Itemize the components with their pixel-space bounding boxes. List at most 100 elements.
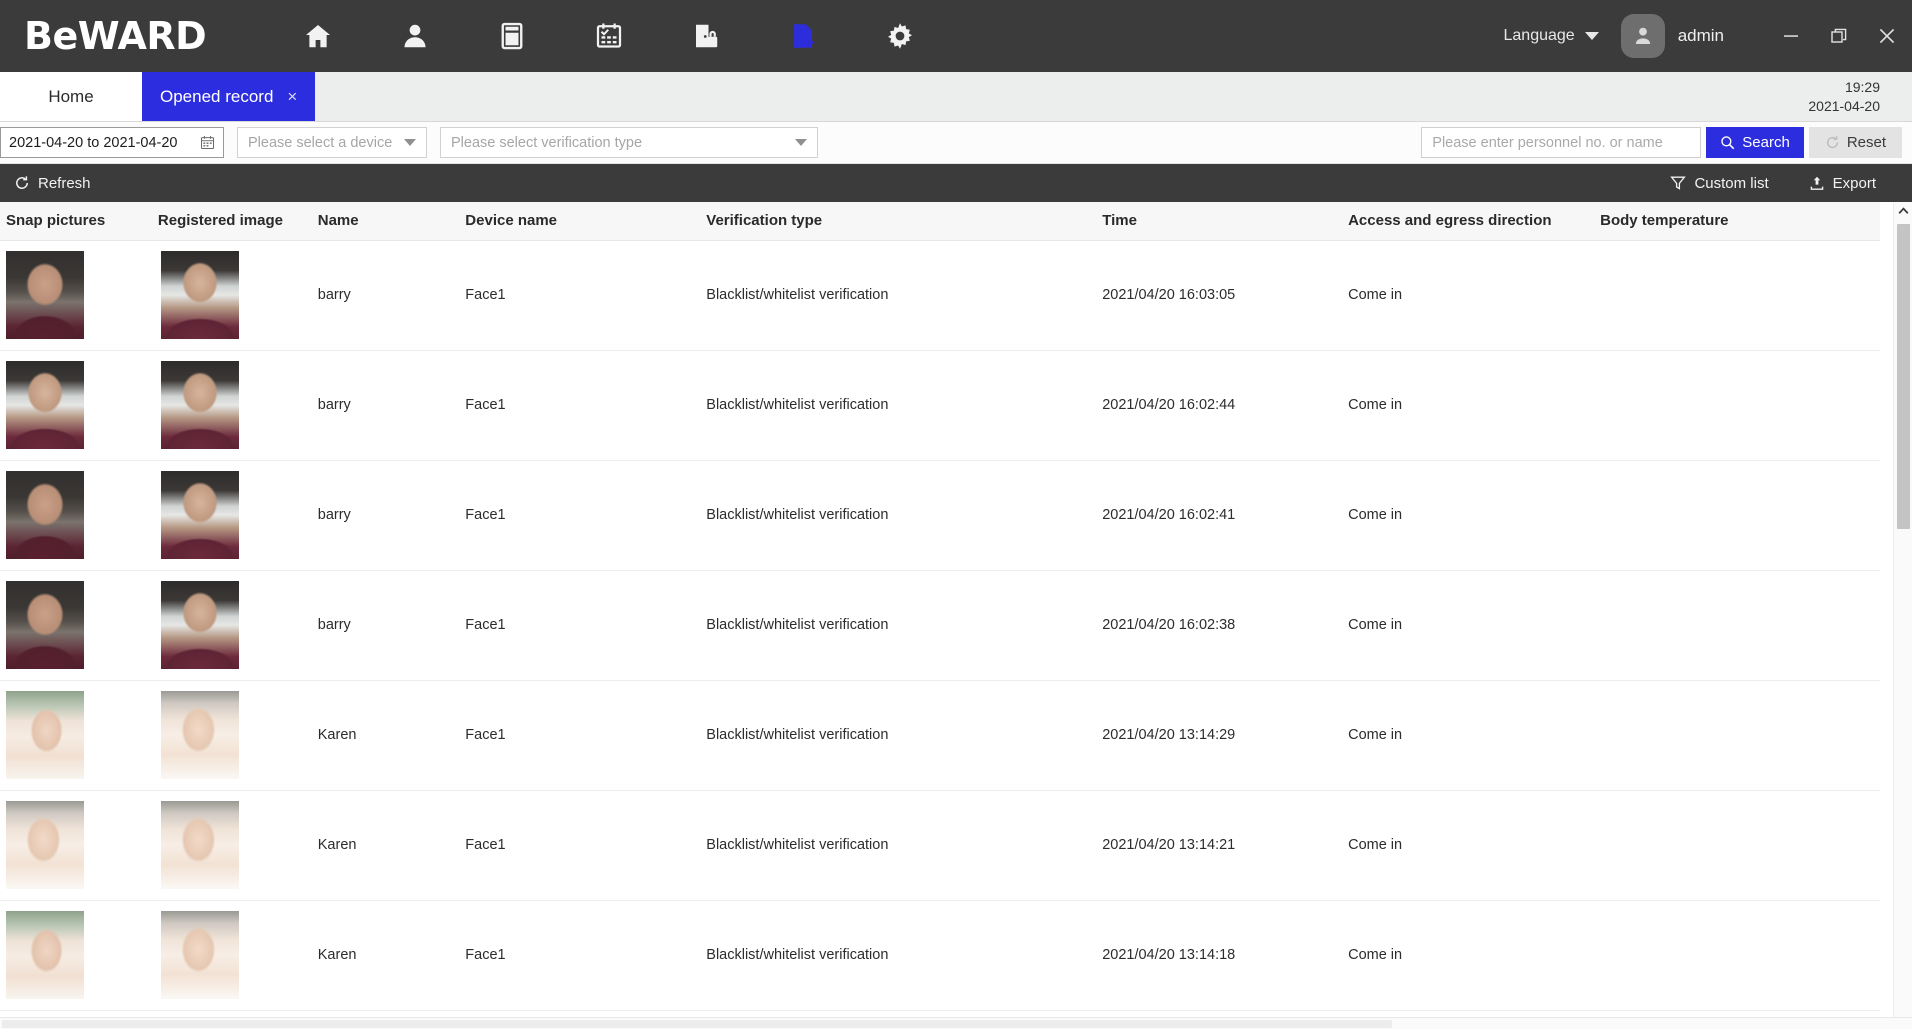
cell-snap-picture[interactable]	[0, 350, 155, 461]
export-label: Export	[1832, 174, 1876, 192]
language-label: Language	[1503, 27, 1575, 44]
refresh-button[interactable]: Refresh	[14, 175, 91, 192]
table-row[interactable]: barry Face1 Blacklist/whitelist verifica…	[0, 460, 1880, 571]
snap-picture-thumbnail[interactable]	[6, 361, 84, 449]
tab-opened-record[interactable]: Opened record ×	[142, 72, 316, 121]
cell-body-temperature	[1597, 570, 1880, 681]
col-access-egress-direction: Access and egress direction	[1345, 202, 1598, 241]
registered-image-thumbnail[interactable]	[160, 471, 239, 559]
snap-picture-thumbnail[interactable]	[6, 471, 84, 559]
table-row[interactable]: Karen Face1 Blacklist/whitelist verifica…	[0, 900, 1880, 1011]
custom-list-button[interactable]: Custom list	[1670, 174, 1769, 192]
registered-image-thumbnail[interactable]	[160, 801, 239, 889]
nav-door-lock-icon[interactable]	[684, 14, 728, 58]
nav-device-icon[interactable]	[490, 14, 534, 58]
cell-verification-type: Blacklist/whitelist verification	[703, 570, 1100, 681]
verification-type-select[interactable]: Please select verification type	[440, 127, 818, 158]
tab-home[interactable]: Home	[0, 72, 142, 121]
registered-image-thumbnail[interactable]	[160, 911, 239, 999]
cell-registered-image[interactable]	[154, 460, 315, 571]
upload-export-icon	[1810, 176, 1823, 190]
cell-snap-picture[interactable]	[0, 900, 155, 1011]
registered-image-thumbnail[interactable]	[160, 691, 239, 779]
cell-snap-picture[interactable]	[0, 240, 155, 351]
snap-picture-thumbnail[interactable]	[6, 691, 84, 779]
language-selector[interactable]: Language	[1504, 27, 1599, 45]
device-select-placeholder: Please select a device	[248, 134, 393, 151]
cell-body-temperature	[1597, 350, 1880, 461]
filter-actions: Search Reset	[1421, 127, 1902, 158]
cell-registered-image[interactable]	[154, 680, 315, 791]
registered-image-thumbnail[interactable]	[160, 251, 239, 339]
device-select[interactable]: Please select a device	[237, 127, 427, 158]
export-button[interactable]: Export	[1809, 175, 1876, 192]
cell-body-temperature	[1597, 900, 1880, 1011]
cell-name: Karen	[314, 790, 463, 901]
cell-name: Karen	[314, 680, 463, 791]
horizontal-scrollbar[interactable]	[0, 1017, 1912, 1029]
reset-button[interactable]: Reset	[1808, 127, 1902, 158]
snap-picture-thumbnail[interactable]	[6, 801, 84, 889]
table-row[interactable]: barry Face1 Blacklist/whitelist verifica…	[0, 570, 1880, 681]
cell-snap-picture[interactable]	[0, 790, 155, 901]
user-name-label: admin	[1677, 26, 1724, 45]
table-header-row: Snap pictures Registered image Name Devi…	[0, 202, 1880, 241]
cell-time: 2021/04/20 16:02:44	[1099, 350, 1346, 461]
avatar[interactable]	[1620, 14, 1665, 58]
registered-image-thumbnail[interactable]	[160, 581, 239, 669]
date-range-picker[interactable]: 2021-04-20 to 2021-04-20	[0, 127, 224, 158]
cell-snap-picture[interactable]	[0, 460, 155, 571]
cell-registered-image[interactable]	[154, 900, 315, 1011]
registered-image-thumbnail[interactable]	[160, 361, 239, 449]
cell-registered-image[interactable]	[154, 790, 315, 901]
cell-registered-image[interactable]	[154, 350, 315, 461]
header-right-controls: Language admin	[1504, 0, 1912, 72]
cell-name: barry	[314, 460, 463, 571]
calendar-icon	[200, 135, 215, 150]
nav-home-icon[interactable]	[296, 14, 340, 58]
horizontal-scrollbar-thumb[interactable]	[2, 1020, 1392, 1028]
custom-list-label: Custom list	[1694, 174, 1769, 192]
table-header: Snap pictures Registered image Name Devi…	[0, 202, 1880, 241]
reset-icon	[1826, 136, 1838, 149]
cell-body-temperature	[1597, 790, 1880, 901]
action-bar-right: Custom list Export	[1670, 175, 1900, 192]
table-row[interactable]: barry Face1 Blacklist/whitelist verifica…	[0, 240, 1880, 351]
table-row[interactable]: Karen Face1 Blacklist/whitelist verifica…	[0, 790, 1880, 901]
vertical-scrollbar[interactable]	[1893, 202, 1912, 1029]
cell-registered-image[interactable]	[154, 570, 315, 681]
cell-verification-type: Blacklist/whitelist verification	[703, 790, 1100, 901]
vertical-scrollbar-thumb[interactable]	[1897, 224, 1910, 529]
tab-close-icon[interactable]: ×	[287, 88, 297, 105]
cell-time: 2021/04/20 16:02:41	[1099, 460, 1346, 571]
snap-picture-thumbnail[interactable]	[6, 581, 84, 669]
table-row[interactable]: barry Face1 Blacklist/whitelist verifica…	[0, 350, 1880, 461]
search-button[interactable]: Search	[1706, 127, 1804, 158]
tab-opened-record-label: Opened record	[160, 86, 274, 106]
close-icon[interactable]	[1876, 25, 1898, 47]
table-row[interactable]: Karen Face1 Blacklist/whitelist verifica…	[0, 680, 1880, 791]
cell-name: Karen	[314, 900, 463, 1011]
nav-calendar-icon[interactable]	[587, 14, 631, 58]
cell-name: barry	[314, 350, 463, 461]
cell-snap-picture[interactable]	[0, 680, 155, 791]
cell-direction: Come in	[1345, 350, 1598, 461]
search-icon	[1721, 136, 1735, 150]
cell-snap-picture[interactable]	[0, 570, 155, 681]
nav-person-icon[interactable]	[393, 14, 437, 58]
snap-picture-thumbnail[interactable]	[6, 251, 84, 339]
restore-icon[interactable]	[1828, 25, 1850, 47]
cell-name: barry	[314, 240, 463, 351]
filter-bar: 2021-04-20 to 2021-04-20 Please select a…	[0, 122, 1912, 164]
cell-direction: Come in	[1345, 570, 1598, 681]
cell-device-name: Face1	[462, 350, 704, 461]
col-device-name: Device name	[462, 202, 704, 241]
minimize-icon[interactable]	[1780, 25, 1802, 47]
scroll-up-arrow-icon[interactable]	[1894, 202, 1912, 221]
nav-record-document-icon[interactable]	[781, 14, 825, 58]
cell-registered-image[interactable]	[154, 240, 315, 351]
personnel-search-input[interactable]	[1421, 127, 1702, 158]
snap-picture-thumbnail[interactable]	[6, 911, 84, 999]
col-time: Time	[1099, 202, 1346, 241]
nav-gear-icon[interactable]	[878, 14, 922, 58]
